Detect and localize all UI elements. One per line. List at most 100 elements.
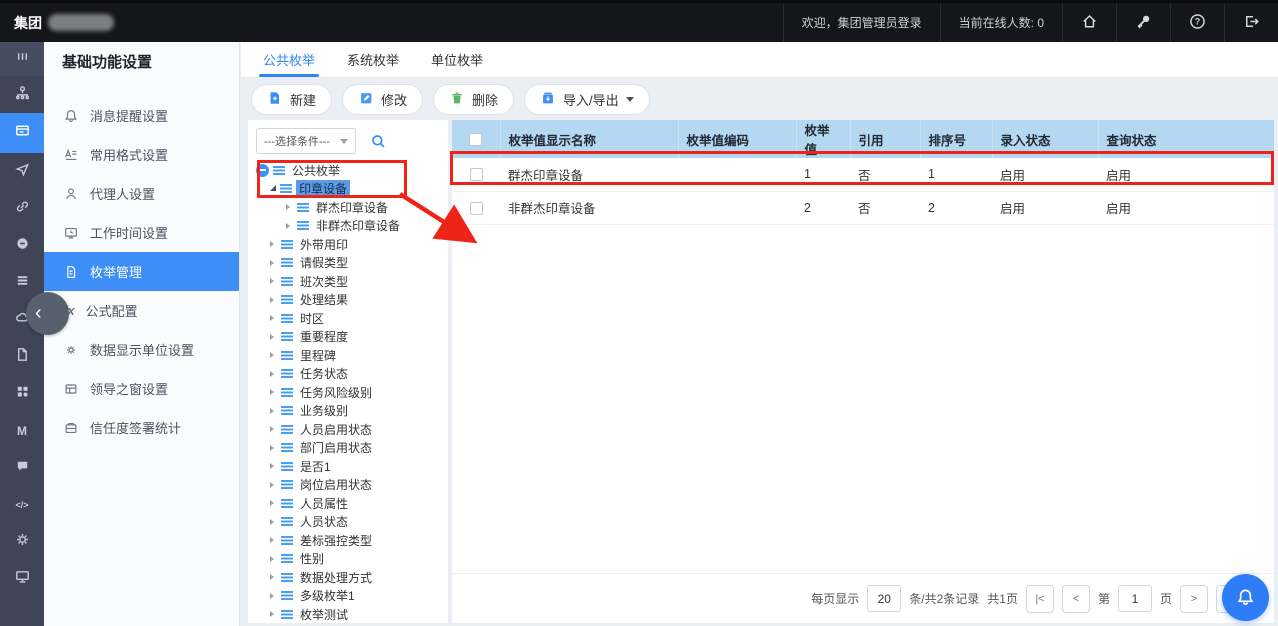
table-row[interactable]: 非群杰印章设备 2 否 2 启用 启用: [452, 191, 1274, 224]
tree-node[interactable]: 枚举测试: [256, 605, 448, 623]
caret-collapsed-icon[interactable]: [270, 241, 277, 247]
caret-collapsed-icon[interactable]: [286, 223, 293, 229]
caret-expanded-icon[interactable]: [270, 185, 276, 191]
collapse-minus-icon[interactable]: [256, 164, 269, 177]
caret-collapsed-icon[interactable]: [286, 204, 293, 210]
import-export-button[interactable]: 导入/导出: [524, 84, 650, 115]
tree-node[interactable]: 处理结果: [256, 291, 448, 310]
tree-node[interactable]: 多级枚举1: [256, 587, 448, 606]
caret-collapsed-icon[interactable]: [270, 445, 277, 451]
caret-collapsed-icon[interactable]: [270, 593, 277, 599]
caret-collapsed-icon[interactable]: [270, 260, 277, 266]
tree-node[interactable]: 人员启用状态: [256, 420, 448, 439]
caret-collapsed-icon[interactable]: [270, 408, 277, 414]
search-button[interactable]: [370, 133, 387, 150]
first-page-button[interactable]: |<: [1026, 585, 1054, 613]
rail-workspace-button-selected[interactable]: [0, 113, 44, 153]
prev-page-button[interactable]: <: [1062, 585, 1090, 613]
caret-collapsed-icon[interactable]: [270, 500, 277, 506]
logout-button[interactable]: [1224, 3, 1278, 42]
caret-collapsed-icon[interactable]: [270, 297, 277, 303]
rail-send-button[interactable]: [0, 153, 44, 190]
condition-select[interactable]: ---选择条件---: [256, 128, 356, 154]
caret-collapsed-icon[interactable]: [270, 537, 277, 543]
caret-collapsed-icon[interactable]: [270, 426, 277, 432]
rail-link-button[interactable]: [0, 190, 44, 227]
home-button[interactable]: [1062, 3, 1116, 42]
tree-node[interactable]: 差标强控类型: [256, 531, 448, 550]
sidebar-item-enum-management[interactable]: 枚举管理: [44, 252, 239, 291]
caret-collapsed-icon[interactable]: [270, 334, 277, 340]
notification-fab[interactable]: [1222, 574, 1269, 621]
tree-node[interactable]: 重要程度: [256, 328, 448, 347]
caret-collapsed-icon[interactable]: [270, 352, 277, 358]
caret-collapsed-icon[interactable]: [270, 611, 277, 617]
row-checkbox[interactable]: [470, 202, 483, 215]
password-button[interactable]: [1116, 3, 1170, 42]
caret-collapsed-icon[interactable]: [270, 278, 277, 284]
caret-collapsed-icon[interactable]: [270, 371, 277, 377]
help-button[interactable]: ?: [1170, 3, 1224, 42]
sidebar-item-common-format[interactable]: 常用格式设置: [44, 135, 239, 174]
sidebar-collapse-button[interactable]: ‹: [26, 292, 69, 335]
tab-system-enum[interactable]: 系统枚举: [347, 42, 399, 77]
select-all-checkbox[interactable]: [469, 133, 482, 146]
tree-node[interactable]: 里程碑: [256, 346, 448, 365]
rail-settings-button[interactable]: [0, 523, 44, 560]
row-checkbox[interactable]: [470, 168, 483, 181]
tree-node[interactable]: 数据处理方式: [256, 568, 448, 587]
rail-file-button[interactable]: [0, 338, 44, 375]
rail-badge-button[interactable]: [0, 227, 44, 264]
rail-orgchart-button[interactable]: [0, 76, 44, 113]
tab-public-enum[interactable]: 公共枚举: [263, 42, 315, 77]
tree-node[interactable]: 班次类型: [256, 272, 448, 291]
rail-monitor-button[interactable]: [0, 560, 44, 597]
caret-collapsed-icon[interactable]: [270, 315, 277, 321]
per-page-input[interactable]: [867, 585, 901, 612]
tree-node[interactable]: 业务级别: [256, 402, 448, 421]
online-count: 当前在线人数: 0: [940, 3, 1062, 42]
sidebar-item-message-reminder[interactable]: 消息提醒设置: [44, 96, 239, 135]
rail-code-button[interactable]: </>: [0, 486, 44, 523]
sidebar-item-trust-statistics[interactable]: 信任度签署统计: [44, 408, 239, 447]
tree-node[interactable]: 任务风险级别: [256, 383, 448, 402]
rail-m-app-button[interactable]: M: [0, 412, 44, 449]
table-row[interactable]: 群杰印章设备 1 否 1 启用 启用: [452, 158, 1274, 191]
caret-collapsed-icon[interactable]: [270, 463, 277, 469]
tree-node-seal-device[interactable]: 印章设备: [256, 180, 448, 199]
sidebar-item-formula-config[interactable]: fx 公式配置: [44, 291, 239, 330]
caret-collapsed-icon[interactable]: [270, 574, 277, 580]
caret-collapsed-icon[interactable]: [270, 519, 277, 525]
caret-collapsed-icon[interactable]: [270, 482, 277, 488]
tree-node[interactable]: 请假类型: [256, 254, 448, 273]
tree-node[interactable]: 性别: [256, 550, 448, 569]
rail-chat-button[interactable]: [0, 449, 44, 486]
page-number-input[interactable]: [1118, 585, 1152, 612]
edit-button[interactable]: 修改: [342, 84, 423, 115]
tree-node[interactable]: 人员属性: [256, 494, 448, 513]
new-button[interactable]: 新建: [251, 84, 332, 115]
tree-node[interactable]: 外带用印: [256, 235, 448, 254]
caret-collapsed-icon[interactable]: [270, 556, 277, 562]
tree-node[interactable]: 任务状态: [256, 365, 448, 384]
sidebar-item-leader-window[interactable]: 领导之窗设置: [44, 369, 239, 408]
org-chart-icon: [14, 84, 31, 106]
sidebar-item-display-unit[interactable]: 数据显示单位设置: [44, 330, 239, 369]
tree-root-public-enum[interactable]: 公共枚举: [256, 161, 448, 180]
sidebar-menu: 消息提醒设置 常用格式设置 代理人设置 工作时间设置 枚举管理 fx 公式配置: [44, 82, 239, 447]
tree-node[interactable]: 部门启用状态: [256, 439, 448, 458]
sidebar-item-work-time[interactable]: 工作时间设置: [44, 213, 239, 252]
tree-node[interactable]: 是否1: [256, 457, 448, 476]
tree-node[interactable]: 岗位启用状态: [256, 476, 448, 495]
caret-collapsed-icon[interactable]: [270, 389, 277, 395]
next-page-button[interactable]: >: [1180, 585, 1208, 613]
tree-node[interactable]: 人员状态: [256, 513, 448, 532]
tree-node-child[interactable]: 群杰印章设备: [256, 198, 448, 217]
rail-grid-button[interactable]: [0, 375, 44, 412]
sidebar-item-agent[interactable]: 代理人设置: [44, 174, 239, 213]
rail-menu-button[interactable]: [0, 42, 44, 76]
tree-node[interactable]: 时区: [256, 309, 448, 328]
tree-node-child[interactable]: 非群杰印章设备: [256, 217, 448, 236]
delete-button[interactable]: 删除: [433, 84, 514, 115]
tab-unit-enum[interactable]: 单位枚举: [431, 42, 483, 77]
